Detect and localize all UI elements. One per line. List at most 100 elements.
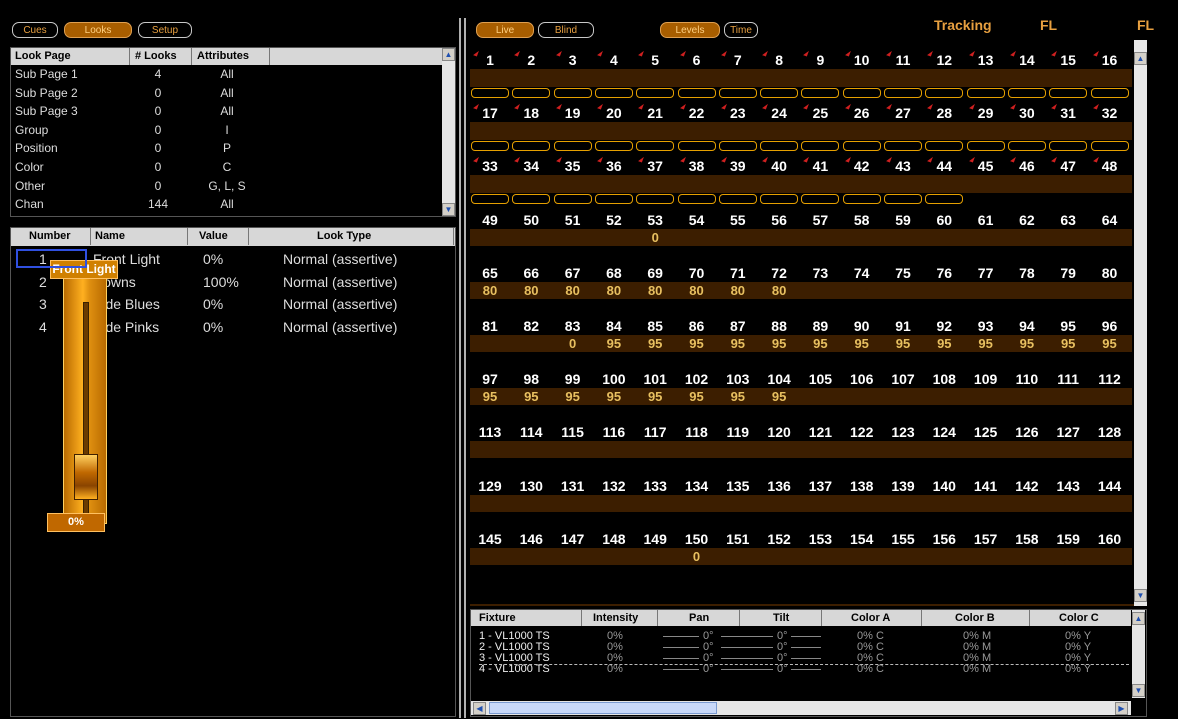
col-look-type[interactable]: Look Type — [317, 228, 371, 245]
channel-number[interactable]: 116 — [594, 424, 634, 440]
look-page-row[interactable]: Sub Page 1 4 All — [11, 66, 441, 83]
look-page-scrollbar[interactable] — [442, 48, 455, 216]
channel-number[interactable]: 80 — [1090, 265, 1130, 281]
channel-number[interactable]: 94 — [1007, 318, 1047, 334]
look-page-row[interactable]: Other 0 G, L, S — [11, 178, 441, 195]
tab-live[interactable]: Live — [476, 22, 534, 38]
channel-number[interactable]: 135 — [718, 478, 758, 494]
tab-setup[interactable]: Setup — [138, 22, 192, 38]
channel-number[interactable]: 136 — [759, 478, 799, 494]
channel-number[interactable]: 68 — [594, 265, 634, 281]
fixture-scroll-down-icon[interactable]: ▼ — [1132, 684, 1145, 697]
look-page-row[interactable]: Sub Page 2 0 All — [11, 85, 441, 102]
channel-number[interactable]: 71 — [718, 265, 758, 281]
channel-number[interactable]: 123 — [883, 424, 923, 440]
channel-number[interactable]: 91 — [883, 318, 923, 334]
channel-number[interactable]: 62 — [1007, 212, 1047, 228]
channel-number[interactable]: 78 — [1007, 265, 1047, 281]
channel-number[interactable]: 108 — [924, 371, 964, 387]
channel-number[interactable]: 101 — [635, 371, 675, 387]
channel-number[interactable]: 105 — [800, 371, 840, 387]
channel-number[interactable]: 106 — [842, 371, 882, 387]
scroll-up-icon[interactable]: ▲ — [442, 48, 455, 61]
channel-number[interactable]: 114 — [511, 424, 551, 440]
channel-number[interactable]: 66 — [511, 265, 551, 281]
channel-number[interactable]: 84 — [594, 318, 634, 334]
channel-number[interactable]: 146 — [511, 531, 551, 547]
channel-number[interactable]: 72 — [759, 265, 799, 281]
channel-number[interactable]: 70 — [677, 265, 717, 281]
channel-number[interactable]: 52 — [594, 212, 634, 228]
channel-number[interactable]: 76 — [924, 265, 964, 281]
channel-number[interactable]: 104 — [759, 371, 799, 387]
scroll-down-icon[interactable]: ▼ — [442, 203, 455, 216]
channel-number[interactable]: 147 — [553, 531, 593, 547]
fixture-scroll-up-icon[interactable]: ▲ — [1132, 612, 1145, 625]
channel-number[interactable]: 117 — [635, 424, 675, 440]
tab-time[interactable]: Time — [724, 22, 758, 38]
look-page-row[interactable]: Sub Page 3 0 All — [11, 103, 441, 120]
channel-number[interactable]: 156 — [924, 531, 964, 547]
channel-number[interactable]: 90 — [842, 318, 882, 334]
channel-number[interactable]: 107 — [883, 371, 923, 387]
channel-number[interactable]: 134 — [677, 478, 717, 494]
channel-number[interactable]: 143 — [1048, 478, 1088, 494]
channel-number[interactable]: 59 — [883, 212, 923, 228]
channel-number[interactable]: 79 — [1048, 265, 1088, 281]
look-page-row[interactable]: Group 0 I — [11, 122, 441, 139]
scroll-right-icon[interactable]: ▶ — [1115, 702, 1128, 715]
channel-number[interactable]: 151 — [718, 531, 758, 547]
channel-number[interactable]: 120 — [759, 424, 799, 440]
channel-number[interactable]: 95 — [1048, 318, 1088, 334]
col-tilt[interactable]: Tilt — [773, 610, 789, 627]
channel-number[interactable]: 144 — [1090, 478, 1130, 494]
channel-number[interactable]: 137 — [800, 478, 840, 494]
channel-number[interactable]: 121 — [800, 424, 840, 440]
tab-looks[interactable]: Looks — [64, 22, 132, 38]
channel-number[interactable]: 112 — [1090, 371, 1130, 387]
col-color-c[interactable]: Color C — [1059, 610, 1099, 627]
col-look-page[interactable]: Look Page — [15, 48, 71, 65]
channel-number[interactable]: 125 — [966, 424, 1006, 440]
channel-number[interactable]: 53 — [635, 212, 675, 228]
fader-handle[interactable] — [74, 454, 98, 500]
channel-number[interactable]: 111 — [1048, 371, 1088, 387]
channel-number[interactable]: 58 — [842, 212, 882, 228]
channel-number[interactable]: 153 — [800, 531, 840, 547]
channel-number[interactable]: 159 — [1048, 531, 1088, 547]
channel-number[interactable]: 67 — [553, 265, 593, 281]
channel-number[interactable]: 51 — [553, 212, 593, 228]
channel-number[interactable]: 138 — [842, 478, 882, 494]
channel-number[interactable]: 74 — [842, 265, 882, 281]
channel-number[interactable]: 154 — [842, 531, 882, 547]
channel-number[interactable]: 85 — [635, 318, 675, 334]
channel-number[interactable]: 93 — [966, 318, 1006, 334]
channel-number[interactable]: 133 — [635, 478, 675, 494]
grid-scroll-down-icon[interactable]: ▼ — [1134, 589, 1147, 602]
channel-number[interactable]: 77 — [966, 265, 1006, 281]
channel-number[interactable]: 88 — [759, 318, 799, 334]
channel-number[interactable]: 57 — [800, 212, 840, 228]
channel-number[interactable]: 64 — [1090, 212, 1130, 228]
col-intensity[interactable]: Intensity — [593, 610, 638, 627]
channel-number[interactable]: 152 — [759, 531, 799, 547]
tab-blind[interactable]: Blind — [538, 22, 594, 38]
col-value[interactable]: Value — [199, 228, 228, 245]
channel-grid-scrollbar[interactable] — [1134, 40, 1147, 606]
channel-number[interactable]: 110 — [1007, 371, 1047, 387]
channel-number[interactable]: 83 — [553, 318, 593, 334]
channel-number[interactable]: 158 — [1007, 531, 1047, 547]
channel-number[interactable]: 49 — [470, 212, 510, 228]
channel-number[interactable]: 61 — [966, 212, 1006, 228]
tab-cues[interactable]: Cues — [12, 22, 58, 38]
channel-number[interactable]: 75 — [883, 265, 923, 281]
channel-number[interactable]: 128 — [1090, 424, 1130, 440]
look-page-row[interactable]: Position 0 P — [11, 140, 441, 157]
tab-levels[interactable]: Levels — [660, 22, 720, 38]
channel-number[interactable]: 142 — [1007, 478, 1047, 494]
look-page-row[interactable]: Color 0 C — [11, 159, 441, 176]
pane-divider[interactable] — [459, 18, 461, 718]
channel-number[interactable]: 109 — [966, 371, 1006, 387]
channel-number[interactable]: 118 — [677, 424, 717, 440]
channel-number[interactable]: 157 — [966, 531, 1006, 547]
